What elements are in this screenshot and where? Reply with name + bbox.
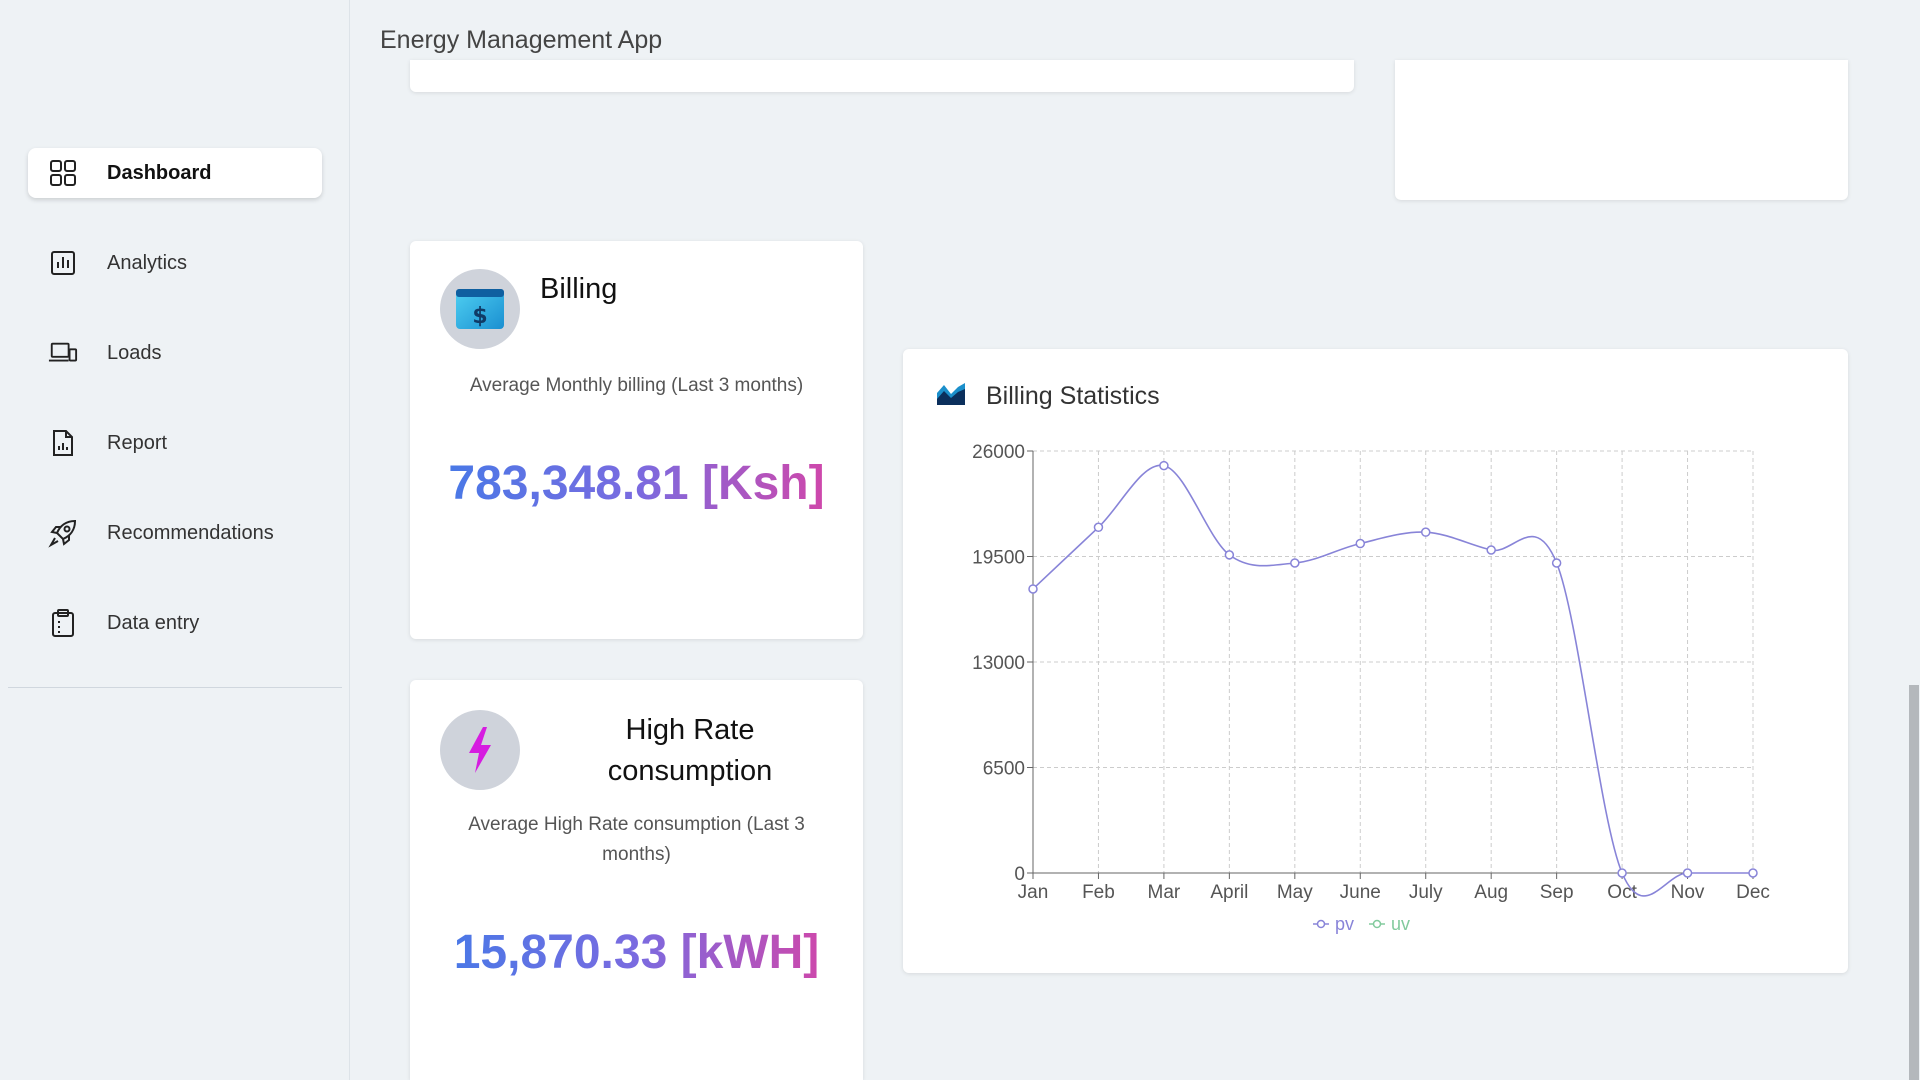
data-point-pv — [1420, 527, 1431, 537]
billing-icon: $ — [440, 269, 520, 349]
y-tick-label: 26000 — [972, 442, 1025, 463]
grid-icon — [48, 158, 78, 188]
legend-label: uv — [1391, 914, 1410, 934]
billing-title: Billing — [540, 273, 618, 305]
document-chart-icon — [48, 428, 78, 458]
sidebar-item-label: Report — [107, 431, 168, 454]
x-tick-label: Sep — [1540, 882, 1574, 903]
data-point-pv — [1748, 868, 1758, 878]
billing-line-chart: 06500130001950026000Jan Feb Mar April May Jun… — [972, 442, 1770, 934]
data-point-pv — [1159, 460, 1169, 471]
x-tick-label: June — [1340, 882, 1381, 903]
lightning-icon — [440, 710, 520, 790]
sidebar-item-label: Dashboard — [107, 161, 212, 184]
sidebar-item-recommendations[interactable]: Recommendations — [28, 508, 322, 558]
sidebar: Dashboard Analytics Loads Report Recomme… — [0, 0, 350, 1080]
rocket-icon — [48, 518, 78, 548]
sidebar-item-label: Data entry — [107, 611, 200, 634]
clipboard-icon — [48, 608, 78, 638]
high-rate-card: High Rate consumption Average High Rate … — [410, 680, 863, 1080]
devices-icon — [48, 338, 78, 368]
data-point-pv — [1486, 545, 1496, 555]
sidebar-item-data-entry[interactable]: Data entry — [28, 598, 322, 648]
x-tick-label: April — [1210, 882, 1248, 903]
sidebar-item-label: Analytics — [107, 251, 188, 274]
sidebar-item-loads[interactable]: Loads — [28, 328, 322, 378]
x-tick-label: Mar — [1148, 882, 1181, 903]
data-point-pv — [1617, 868, 1627, 878]
billing-card: $ Billing Average Monthly billing (Last … — [410, 241, 863, 639]
area-chart-icon — [936, 381, 966, 412]
high-rate-value: 15,870.33 [kWH] — [410, 925, 863, 980]
x-tick-label: Aug — [1474, 882, 1508, 903]
bar-chart-icon — [48, 248, 78, 278]
y-tick-label: 6500 — [983, 759, 1025, 780]
data-point-pv — [1551, 558, 1562, 568]
app-title: Energy Management App — [380, 26, 663, 54]
scrollbar-thumb[interactable] — [1909, 685, 1919, 1080]
x-tick-label: May — [1277, 882, 1313, 903]
x-tick-label: Nov — [1671, 882, 1705, 903]
sidebar-divider — [8, 687, 342, 688]
high-rate-title: High Rate consumption — [607, 714, 773, 787]
chart-title: Billing Statistics — [986, 382, 1160, 410]
top-left-card — [410, 60, 1354, 92]
sidebar-item-report[interactable]: Report — [28, 418, 322, 468]
sidebar-nav: Dashboard Analytics Loads Report Recomme… — [28, 148, 322, 688]
billing-value: 783,348.81 [Ksh] — [410, 456, 863, 511]
data-point-pv — [1682, 868, 1693, 878]
legend-marker-dot — [1372, 919, 1382, 929]
series-line-pv — [1032, 464, 1753, 897]
x-tick-label: July — [1409, 882, 1443, 903]
sidebar-item-dashboard[interactable]: Dashboard — [28, 148, 322, 198]
x-tick-label: Oct — [1607, 882, 1637, 903]
billing-statistics-card: 0 6500 13000 19500 26000 Jan Feb Mar April May Jun… — [903, 349, 1848, 973]
data-point-pv — [1028, 584, 1038, 594]
page-scrollbar[interactable] — [1904, 0, 1920, 1080]
x-tick-label: Jan — [1018, 882, 1049, 903]
x-tick-label: Feb — [1082, 882, 1115, 903]
legend-label: pv — [1335, 914, 1354, 934]
data-point-pv — [1224, 550, 1235, 560]
data-point-pv — [1355, 538, 1366, 549]
billing-subtitle: Average Monthly billing (Last 3 months) — [469, 375, 804, 396]
high-rate-subtitle: Average High Rate consumption (Last 3 mo… — [468, 814, 805, 865]
sidebar-item-label: Loads — [107, 341, 162, 364]
y-tick-label: 13000 — [972, 653, 1025, 674]
svg-text:$: $ — [472, 304, 487, 329]
data-point-pv — [1093, 522, 1104, 533]
chart-header: Billing Statistics — [936, 381, 1160, 412]
legend-marker-dot — [1316, 919, 1326, 929]
sidebar-item-label: Recommendations — [107, 521, 274, 544]
top-right-card — [1395, 60, 1848, 200]
y-tick-label: 19500 — [972, 548, 1025, 569]
x-tick-label: Dec — [1736, 882, 1770, 903]
data-point-pv — [1290, 558, 1300, 568]
sidebar-item-analytics[interactable]: Analytics — [28, 238, 322, 288]
